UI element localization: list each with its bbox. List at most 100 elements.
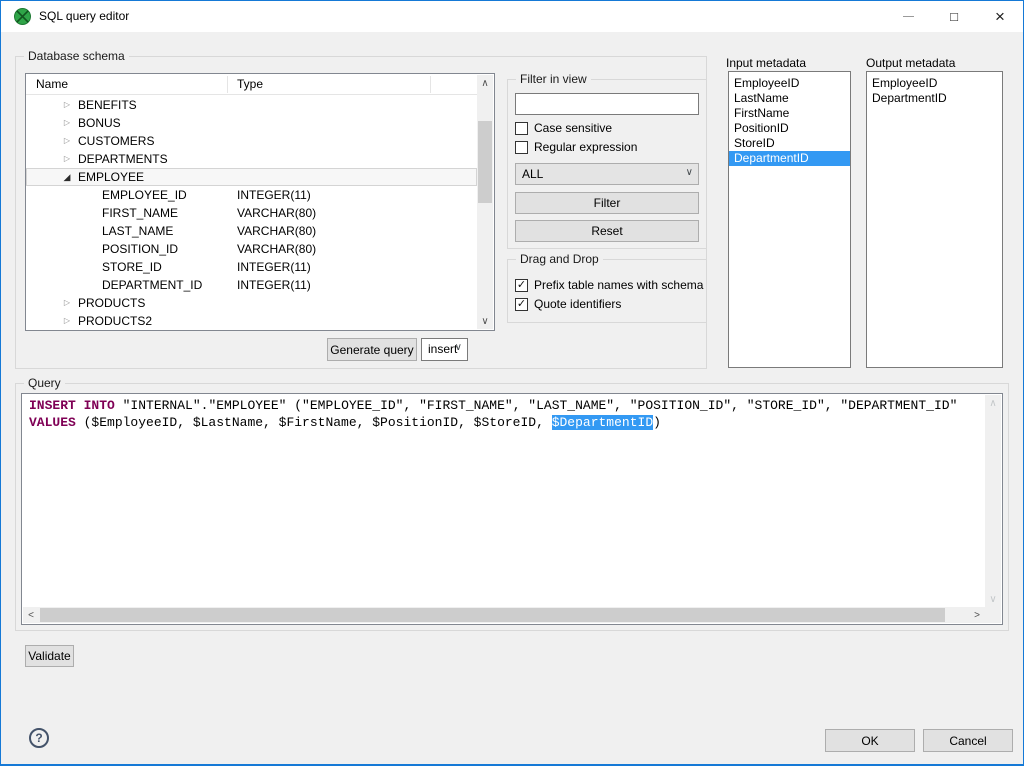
output-metadata-list[interactable]: EmployeeIDDepartmentID — [866, 71, 1003, 368]
tree-item-type: INTEGER(11) — [237, 276, 311, 294]
filter-input[interactable] — [515, 93, 699, 115]
expand-icon[interactable]: ▷ — [61, 96, 73, 114]
checkbox-checked-icon[interactable]: ✓ — [515, 298, 528, 311]
list-item[interactable]: DepartmentID — [729, 151, 850, 166]
regular-expression-checkbox[interactable]: Regular expression — [515, 140, 637, 154]
checkbox-unchecked-icon[interactable] — [515, 122, 528, 135]
filter-button-label: Filter — [594, 196, 621, 210]
cancel-button[interactable]: Cancel — [923, 729, 1013, 752]
scroll-up-icon[interactable]: ∧ — [477, 75, 493, 91]
tree-item-name: DEPARTMENTS — [78, 150, 168, 168]
quote-identifiers-label: Quote identifiers — [534, 297, 621, 311]
scrollbar-thumb[interactable] — [40, 608, 945, 622]
tree-item-name: BENEFITS — [78, 96, 137, 114]
list-item[interactable]: EmployeeID — [867, 76, 1002, 91]
scrollbar-thumb[interactable] — [478, 121, 492, 203]
column-divider — [227, 76, 228, 93]
prefix-table-names-checkbox[interactable]: ✓ Prefix table names with schema — [515, 278, 703, 292]
scroll-down-icon[interactable]: ∨ — [985, 591, 1001, 607]
list-item[interactable]: EmployeeID — [729, 76, 850, 91]
maximize-button[interactable]: □ — [931, 1, 977, 32]
list-item[interactable]: PositionID — [729, 121, 850, 136]
checkbox-checked-icon[interactable]: ✓ — [515, 279, 528, 292]
scroll-right-icon[interactable]: > — [969, 607, 985, 623]
schema-tree[interactable]: Name Type ▷BENEFITS▷BONUS▷CUSTOMERS▷DEPA… — [25, 73, 495, 331]
query-group-label: Query — [24, 376, 65, 390]
tree-vertical-scrollbar[interactable]: ∧ ∨ — [477, 75, 493, 329]
checkbox-unchecked-icon[interactable] — [515, 141, 528, 154]
tree-item-name: CUSTOMERS — [78, 132, 154, 150]
generate-query-button[interactable]: Generate query — [327, 338, 417, 361]
quote-identifiers-checkbox[interactable]: ✓ Quote identifiers — [515, 297, 621, 311]
filter-scope-select[interactable]: ALL ∨ — [515, 163, 699, 185]
filter-scope-value: ALL — [522, 167, 543, 181]
validate-button-label: Validate — [28, 649, 70, 663]
query-editor[interactable]: INSERT INTO "INTERNAL"."EMPLOYEE" ("EMPL… — [21, 393, 1003, 625]
expand-icon[interactable]: ▷ — [61, 132, 73, 150]
maximize-icon: □ — [950, 9, 958, 24]
tree-row[interactable]: ▷ CUSTOMERS — [26, 132, 477, 150]
case-sensitive-label: Case sensitive — [534, 121, 612, 135]
expand-icon[interactable]: ▷ — [61, 114, 73, 132]
case-sensitive-checkbox[interactable]: Case sensitive — [515, 121, 612, 135]
tree-row[interactable]: ▷ DEPARTMENTS — [26, 150, 477, 168]
input-metadata-label: Input metadata — [726, 56, 806, 70]
tree-item-name: FIRST_NAME — [102, 204, 178, 222]
title-bar: SQL query editor □ × — [1, 1, 1023, 32]
tree-row[interactable]: LAST_NAMEVARCHAR(80) — [26, 222, 477, 240]
minimize-button[interactable] — [885, 1, 931, 32]
scroll-up-icon[interactable]: ∧ — [985, 395, 1001, 411]
tree-row[interactable]: ◢EMPLOYEE — [26, 168, 477, 186]
tree-row[interactable]: ▷PRODUCTS — [26, 294, 477, 312]
help-button[interactable]: ? — [29, 728, 49, 748]
query-mode-select[interactable]: insert ∨ — [421, 338, 468, 361]
tree-row[interactable]: DEPARTMENT_IDINTEGER(11) — [26, 276, 477, 294]
tree-item-name: EMPLOYEE_ID — [102, 186, 187, 204]
scroll-left-icon[interactable]: < — [23, 607, 39, 623]
help-icon: ? — [35, 731, 42, 745]
tree-row[interactable]: ▷ BENEFITS — [26, 96, 477, 114]
column-header-name[interactable]: Name — [36, 77, 68, 91]
tree-item-name: BONUS — [78, 114, 121, 132]
scroll-down-icon[interactable]: ∨ — [477, 313, 493, 329]
cancel-button-label: Cancel — [949, 734, 986, 748]
tree-item-name: PRODUCTS2 — [78, 312, 152, 330]
expand-icon[interactable]: ▷ — [61, 312, 73, 330]
tree-row[interactable]: FIRST_NAME VARCHAR(80) — [26, 204, 477, 222]
reset-button[interactable]: Reset — [515, 220, 699, 242]
expand-icon[interactable]: ▷ — [61, 150, 73, 168]
tree-row[interactable]: POSITION_IDVARCHAR(80) — [26, 240, 477, 258]
tree-row[interactable]: ▷ BONUS — [26, 114, 477, 132]
tree-row[interactable]: EMPLOYEE_IDINTEGER(11) — [26, 186, 477, 204]
regular-expression-label: Regular expression — [534, 140, 637, 154]
list-item[interactable]: LastName — [729, 91, 850, 106]
filter-button[interactable]: Filter — [515, 192, 699, 214]
ok-button[interactable]: OK — [825, 729, 915, 752]
query-text[interactable]: INSERT INTO "INTERNAL"."EMPLOYEE" ("EMPL… — [29, 397, 982, 431]
tree-row[interactable]: ▷ PRODUCTS2 — [26, 312, 477, 330]
tree-row[interactable]: STORE_ID INTEGER(11) — [26, 258, 477, 276]
database-schema-label: Database schema — [24, 49, 129, 63]
list-item[interactable]: DepartmentID — [867, 91, 1002, 106]
query-horizontal-scrollbar[interactable]: < > — [23, 607, 985, 623]
close-icon: × — [995, 7, 1005, 27]
close-button[interactable]: × — [977, 1, 1023, 32]
filter-group-label: Filter in view — [516, 72, 591, 86]
tree-item-type: VARCHAR(80) — [237, 204, 316, 222]
query-vertical-scrollbar[interactable]: ∧ ∨ — [985, 395, 1001, 607]
input-metadata-list[interactable]: EmployeeIDLastNameFirstNamePositionIDSto… — [728, 71, 851, 368]
expand-icon[interactable]: ▷ — [61, 294, 73, 312]
window-title: SQL query editor — [39, 9, 129, 23]
reset-button-label: Reset — [591, 224, 622, 238]
list-item[interactable]: FirstName — [729, 106, 850, 121]
sql-text: "INTERNAL"."EMPLOYEE" ("EMPLOYEE_ID", "F… — [115, 398, 958, 413]
tree-item-type: INTEGER(11) — [237, 258, 311, 276]
tree-item-name: STORE_ID — [102, 258, 162, 276]
validate-button[interactable]: Validate — [25, 645, 74, 667]
list-item[interactable]: StoreID — [729, 136, 850, 151]
query-mode-value: insert — [428, 342, 457, 356]
generate-query-label: Generate query — [330, 343, 413, 357]
column-header-type[interactable]: Type — [237, 77, 263, 91]
column-divider — [430, 76, 431, 93]
collapse-icon[interactable]: ◢ — [61, 168, 73, 186]
